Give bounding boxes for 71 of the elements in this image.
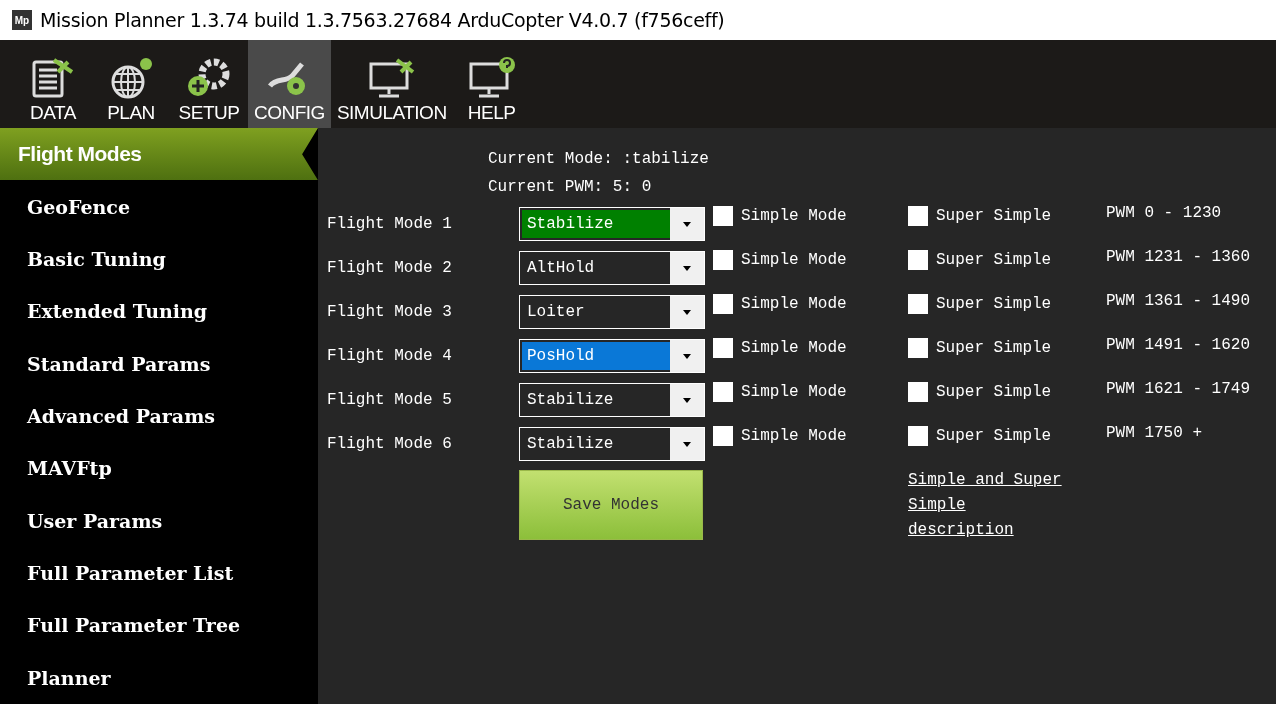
mode-dropdown[interactable]: Loiter xyxy=(519,295,705,329)
sidebar-item[interactable]: Basic Tuning xyxy=(0,232,318,286)
sidebar-item[interactable]: Flight Modes xyxy=(0,128,318,181)
toolbar-button[interactable]: DATA xyxy=(14,40,92,128)
checkbox[interactable] xyxy=(908,250,928,270)
caret-icon xyxy=(683,265,691,271)
current-pwm-text: Current PWM: 5: 0 xyxy=(488,178,653,196)
checkbox-label: Super Simple xyxy=(936,383,1052,401)
checkbox-label: Simple Mode xyxy=(741,251,847,269)
checkbox-label: Super Simple xyxy=(936,427,1052,445)
checkbox-label: Super Simple xyxy=(936,251,1052,269)
mode-label: Flight Mode 4 xyxy=(327,347,453,365)
checkbox[interactable] xyxy=(713,426,733,446)
sidebar-item[interactable]: Full Parameter List xyxy=(0,546,318,600)
window-title: Mission Planner 1.3.74 build 1.3.7563.27684 ArduCopter V4.0.7 (f756ceff) xyxy=(40,9,725,31)
toolbar-button[interactable]: CONFIG xyxy=(248,40,331,128)
current-mode-text: Current Mode: :tabilize xyxy=(488,150,710,168)
checkbox[interactable] xyxy=(908,382,928,402)
mode-dropdown[interactable]: AltHold xyxy=(519,251,705,285)
toolbar-button[interactable]: SIMULATION xyxy=(330,40,453,128)
mode-label: Flight Mode 2 xyxy=(327,259,453,277)
sidebar-item[interactable]: Full Parameter Tree xyxy=(0,599,318,652)
sidebar-item[interactable]: MAVFtp xyxy=(0,442,318,495)
caret-icon xyxy=(683,353,691,359)
sidebar-item[interactable]: User Params xyxy=(0,494,318,547)
sidebar-item[interactable]: Standard Params xyxy=(0,337,318,390)
checkbox-label: Super Simple xyxy=(936,295,1052,313)
description-link[interactable]: Simple and Super Simple description xyxy=(908,468,1073,543)
mode-label: Flight Mode 6 xyxy=(327,435,453,453)
checkbox-label: Simple Mode xyxy=(741,295,847,313)
checkbox[interactable] xyxy=(713,294,733,314)
sidebar-item[interactable]: Advanced Params xyxy=(0,389,318,443)
pwm-range-text: PWM 1231 - 1360 xyxy=(1106,248,1252,266)
mode-dropdown[interactable]: Stabilize xyxy=(519,207,705,241)
app-logo: Mp xyxy=(12,10,32,30)
pwm-range-text: PWM 0 - 1230 xyxy=(1106,204,1223,222)
pwm-range-text: PWM 1750 + xyxy=(1106,424,1203,442)
caret-icon xyxy=(683,309,691,315)
mode-label: Flight Mode 5 xyxy=(327,391,453,409)
pwm-range-text: PWM 1491 - 1620 xyxy=(1106,336,1252,354)
mode-dropdown[interactable]: Stabilize xyxy=(519,427,705,461)
mode-label: Flight Mode 3 xyxy=(327,303,453,321)
checkbox[interactable] xyxy=(713,250,733,270)
mode-dropdown[interactable]: Stabilize xyxy=(519,383,705,417)
caret-icon xyxy=(683,397,691,403)
sidebar-item[interactable]: Extended Tuning xyxy=(0,285,318,338)
toolbar-button[interactable]: PLAN xyxy=(92,40,170,128)
pwm-range-text: PWM 1621 - 1749 xyxy=(1106,380,1252,398)
toolbar-button[interactable]: HELP xyxy=(452,40,531,128)
checkbox[interactable] xyxy=(713,338,733,358)
save-modes-button[interactable]: Save Modes xyxy=(519,470,703,540)
checkbox[interactable] xyxy=(908,206,928,226)
checkbox-label: Simple Mode xyxy=(741,383,847,401)
checkbox[interactable] xyxy=(713,382,733,402)
checkbox-label: Super Simple xyxy=(936,207,1052,225)
checkbox[interactable] xyxy=(908,294,928,314)
checkbox[interactable] xyxy=(713,206,733,226)
checkbox-label: Simple Mode xyxy=(741,339,847,357)
sidebar-item[interactable]: GeoFence xyxy=(0,180,318,233)
pwm-range-text: PWM 1361 - 1490 xyxy=(1106,292,1252,310)
checkbox-label: Super Simple xyxy=(936,339,1052,357)
caret-icon xyxy=(683,221,691,227)
sidebar-item[interactable]: Planner xyxy=(0,651,318,704)
checkbox[interactable] xyxy=(908,426,928,446)
caret-icon xyxy=(683,441,691,447)
checkbox-label: Simple Mode xyxy=(741,207,847,225)
checkbox-label: Simple Mode xyxy=(741,427,847,445)
mode-label: Flight Mode 1 xyxy=(327,215,453,233)
toolbar-button[interactable]: SETUP xyxy=(170,40,248,128)
mode-dropdown[interactable]: PosHold xyxy=(519,339,705,373)
checkbox[interactable] xyxy=(908,338,928,358)
